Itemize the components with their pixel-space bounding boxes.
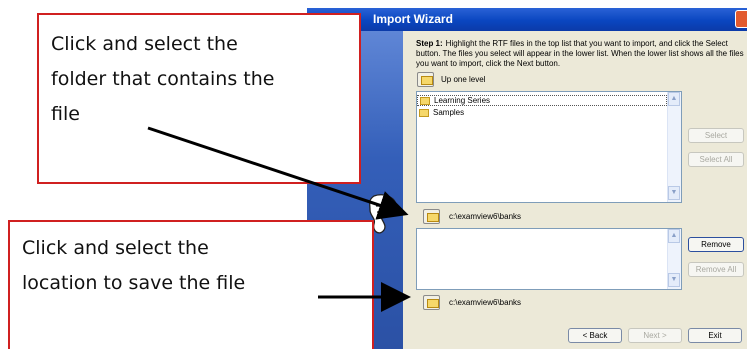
- callout-top: Click and select the folder that contain…: [37, 13, 361, 184]
- remove-button[interactable]: Remove: [688, 237, 744, 252]
- source-path: c:\examview6\banks: [449, 212, 522, 221]
- remove-all-button[interactable]: Remove All: [688, 262, 744, 277]
- next-button[interactable]: Next >: [628, 328, 682, 343]
- back-button[interactable]: < Back: [568, 328, 622, 343]
- scroll-down-button[interactable]: ▼: [668, 273, 680, 287]
- list-item-label: Samples: [433, 108, 465, 117]
- callout-line: Click and select the: [51, 33, 238, 55]
- scroll-up-button[interactable]: ▲: [668, 229, 680, 243]
- callout-bottom: Click and select the location to save th…: [8, 220, 374, 349]
- scroll-up-button[interactable]: ▲: [668, 92, 680, 106]
- exit-button[interactable]: Exit: [688, 328, 742, 343]
- step-text: Highlight the RTF files in the top list …: [416, 39, 744, 68]
- folder-icon: [420, 97, 430, 105]
- select-button[interactable]: Select: [688, 128, 744, 143]
- select-all-button[interactable]: Select All: [688, 152, 744, 167]
- up-one-level-button[interactable]: [417, 72, 434, 87]
- scrollbar[interactable]: ▲ ▼: [667, 229, 681, 289]
- folder-icon: [427, 213, 439, 222]
- callout-line: location to save the file: [22, 272, 246, 294]
- step-label: Step 1:: [416, 39, 443, 48]
- browse-source-folder-button[interactable]: [423, 209, 440, 224]
- list-item[interactable]: Learning Series: [417, 95, 667, 106]
- callout-line: Click and select the: [22, 237, 209, 259]
- folder-up-icon: [421, 76, 433, 85]
- destination-path: c:\examview6\banks: [449, 298, 522, 307]
- folder-icon: [427, 299, 439, 308]
- browse-destination-folder-button[interactable]: [423, 295, 440, 310]
- up-one-level-label: Up one level: [441, 75, 486, 84]
- close-button[interactable]: [735, 10, 747, 28]
- list-item-label: Learning Series: [434, 96, 491, 105]
- scrollbar[interactable]: ▲ ▼: [667, 92, 681, 202]
- callout-line: file: [51, 103, 80, 125]
- source-file-list[interactable]: Learning Series Samples ▲ ▼: [416, 91, 682, 203]
- callout-line: folder that contains the: [51, 68, 275, 90]
- scroll-down-button[interactable]: ▼: [668, 186, 680, 200]
- selected-file-list[interactable]: ▲ ▼: [416, 228, 682, 290]
- list-item[interactable]: Samples: [417, 108, 667, 119]
- step-instructions: Step 1: Highlight the RTF files in the to…: [416, 39, 744, 69]
- window-title: Import Wizard: [307, 8, 747, 31]
- folder-icon: [419, 109, 429, 117]
